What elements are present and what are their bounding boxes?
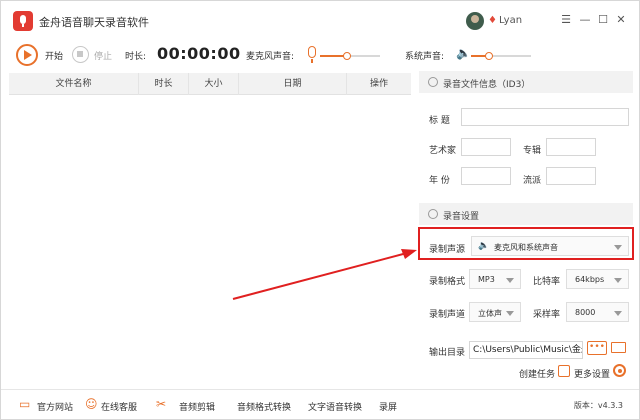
highlight-box	[418, 227, 634, 260]
text-to-speech-link[interactable]: 文字语音转换	[308, 400, 362, 413]
settings-icon	[428, 209, 438, 219]
create-task-button[interactable]: 创建任务	[519, 367, 555, 380]
screen-record-link[interactable]: 录屏	[379, 400, 397, 413]
info-icon	[428, 77, 438, 87]
recording-settings-title: 录音设置	[443, 212, 480, 222]
system-volume-label: 系统声音:	[405, 52, 445, 62]
maximize-icon[interactable]: ☐	[595, 12, 611, 28]
play-icon[interactable]	[16, 44, 38, 66]
duration-label: 时长:	[125, 52, 147, 62]
bottom-bar: ▭ 官方网站 ☺ 在线客服 ✂ 音频剪辑 音频格式转换 文字语音转换 录屏 版本…	[1, 389, 639, 419]
mic-volume-knob[interactable]	[343, 52, 351, 60]
annotation-arrow-icon	[232, 249, 417, 300]
speaker-icon[interactable]: 🔈	[456, 46, 471, 60]
mic-volume-label: 麦克风声音:	[246, 52, 295, 62]
chevron-down-icon	[506, 311, 514, 316]
duration-value: 00:00:00	[157, 44, 241, 63]
samplerate-label: 采样率	[533, 310, 561, 320]
id3-section-header: 录音文件信息（ID3）	[419, 71, 633, 93]
minimize-icon[interactable]: —	[577, 12, 593, 28]
more-settings-icon[interactable]	[558, 365, 570, 377]
more-settings-button[interactable]: 更多设置	[574, 367, 610, 380]
year-field-label: 年 份	[429, 176, 450, 186]
title-field-label: 标 题	[429, 116, 450, 126]
official-website-link[interactable]: 官方网站	[37, 400, 73, 413]
id3-section-title: 录音文件信息（ID3）	[443, 80, 531, 90]
app-window: 金舟语音聊天录音软件 ♦ Lyan ☰ — ☐ ✕ 开始 停止 时长: 00:0…	[0, 0, 640, 420]
output-dir-input[interactable]: C:\Users\Public\Music\金舟	[469, 341, 583, 359]
year-input[interactable]	[461, 167, 511, 185]
audio-edit-link[interactable]: 音频剪辑	[179, 400, 215, 413]
menu-icon[interactable]: ☰	[558, 12, 574, 28]
username[interactable]: Lyan	[499, 15, 522, 26]
column-header-date[interactable]: 日期	[239, 73, 347, 95]
samplerate-select[interactable]: 8000	[566, 302, 629, 322]
recording-settings-header: 录音设置	[419, 203, 633, 225]
album-field-label: 专辑	[523, 146, 542, 156]
genre-field-label: 流派	[523, 176, 542, 186]
system-volume-knob[interactable]	[485, 52, 493, 60]
file-table-body[interactable]	[9, 95, 411, 383]
chevron-down-icon	[614, 311, 622, 316]
vip-diamond-icon: ♦	[488, 15, 497, 26]
album-input[interactable]	[546, 138, 596, 156]
column-header-duration[interactable]: 时长	[139, 73, 189, 95]
close-icon[interactable]: ✕	[613, 12, 629, 28]
artist-field-label: 艺术家	[429, 146, 457, 156]
channel-label: 录制声道	[429, 310, 466, 320]
title-bar: 金舟语音聊天录音软件 ♦ Lyan ☰ — ☐ ✕	[1, 1, 639, 41]
microphone-icon[interactable]	[308, 46, 316, 63]
chevron-down-icon	[614, 278, 622, 283]
bitrate-label: 比特率	[533, 277, 561, 287]
format-select[interactable]: MP3	[469, 269, 521, 289]
stop-icon[interactable]	[72, 46, 89, 63]
folder-icon[interactable]	[611, 342, 626, 353]
start-button[interactable]: 开始	[45, 49, 63, 62]
audio-edit-icon[interactable]: ✂	[156, 397, 170, 411]
stop-button[interactable]: 停止	[94, 49, 112, 62]
system-volume-slider[interactable]	[471, 52, 531, 60]
app-logo-icon	[13, 11, 33, 31]
channel-select[interactable]: 立体声	[469, 302, 521, 322]
title-input[interactable]	[461, 108, 629, 126]
format-label: 录制格式	[429, 277, 466, 287]
column-header-size[interactable]: 大小	[189, 73, 239, 95]
browse-button[interactable]: •••	[587, 341, 607, 355]
avatar[interactable]	[466, 12, 484, 30]
output-dir-label: 输出目录	[429, 348, 466, 358]
bitrate-select[interactable]: 64kbps	[566, 269, 629, 289]
chevron-down-icon	[506, 278, 514, 283]
file-table-header: 文件名称 时长 大小 日期 操作	[9, 73, 411, 95]
website-icon[interactable]: ▭	[19, 397, 33, 411]
column-header-filename[interactable]: 文件名称	[9, 73, 139, 95]
audio-convert-link[interactable]: 音频格式转换	[237, 400, 291, 413]
online-support-link[interactable]: 在线客服	[101, 400, 137, 413]
version-label: 版本：v4.3.3	[573, 401, 623, 410]
gear-icon[interactable]	[613, 364, 626, 377]
app-title: 金舟语音聊天录音软件	[39, 16, 149, 29]
mic-volume-slider[interactable]	[320, 52, 380, 60]
bitrate-value: 64kbps	[575, 275, 605, 284]
column-header-actions[interactable]: 操作	[347, 73, 411, 95]
artist-input[interactable]	[461, 138, 511, 156]
format-value: MP3	[478, 275, 495, 284]
toolbar: 开始 停止 时长: 00:00:00 麦克风声音: 系统声音: 🔈	[1, 41, 639, 69]
channel-value: 立体声	[478, 309, 502, 318]
genre-input[interactable]	[546, 167, 596, 185]
support-icon[interactable]: ☺	[85, 397, 99, 411]
samplerate-value: 8000	[575, 308, 596, 317]
